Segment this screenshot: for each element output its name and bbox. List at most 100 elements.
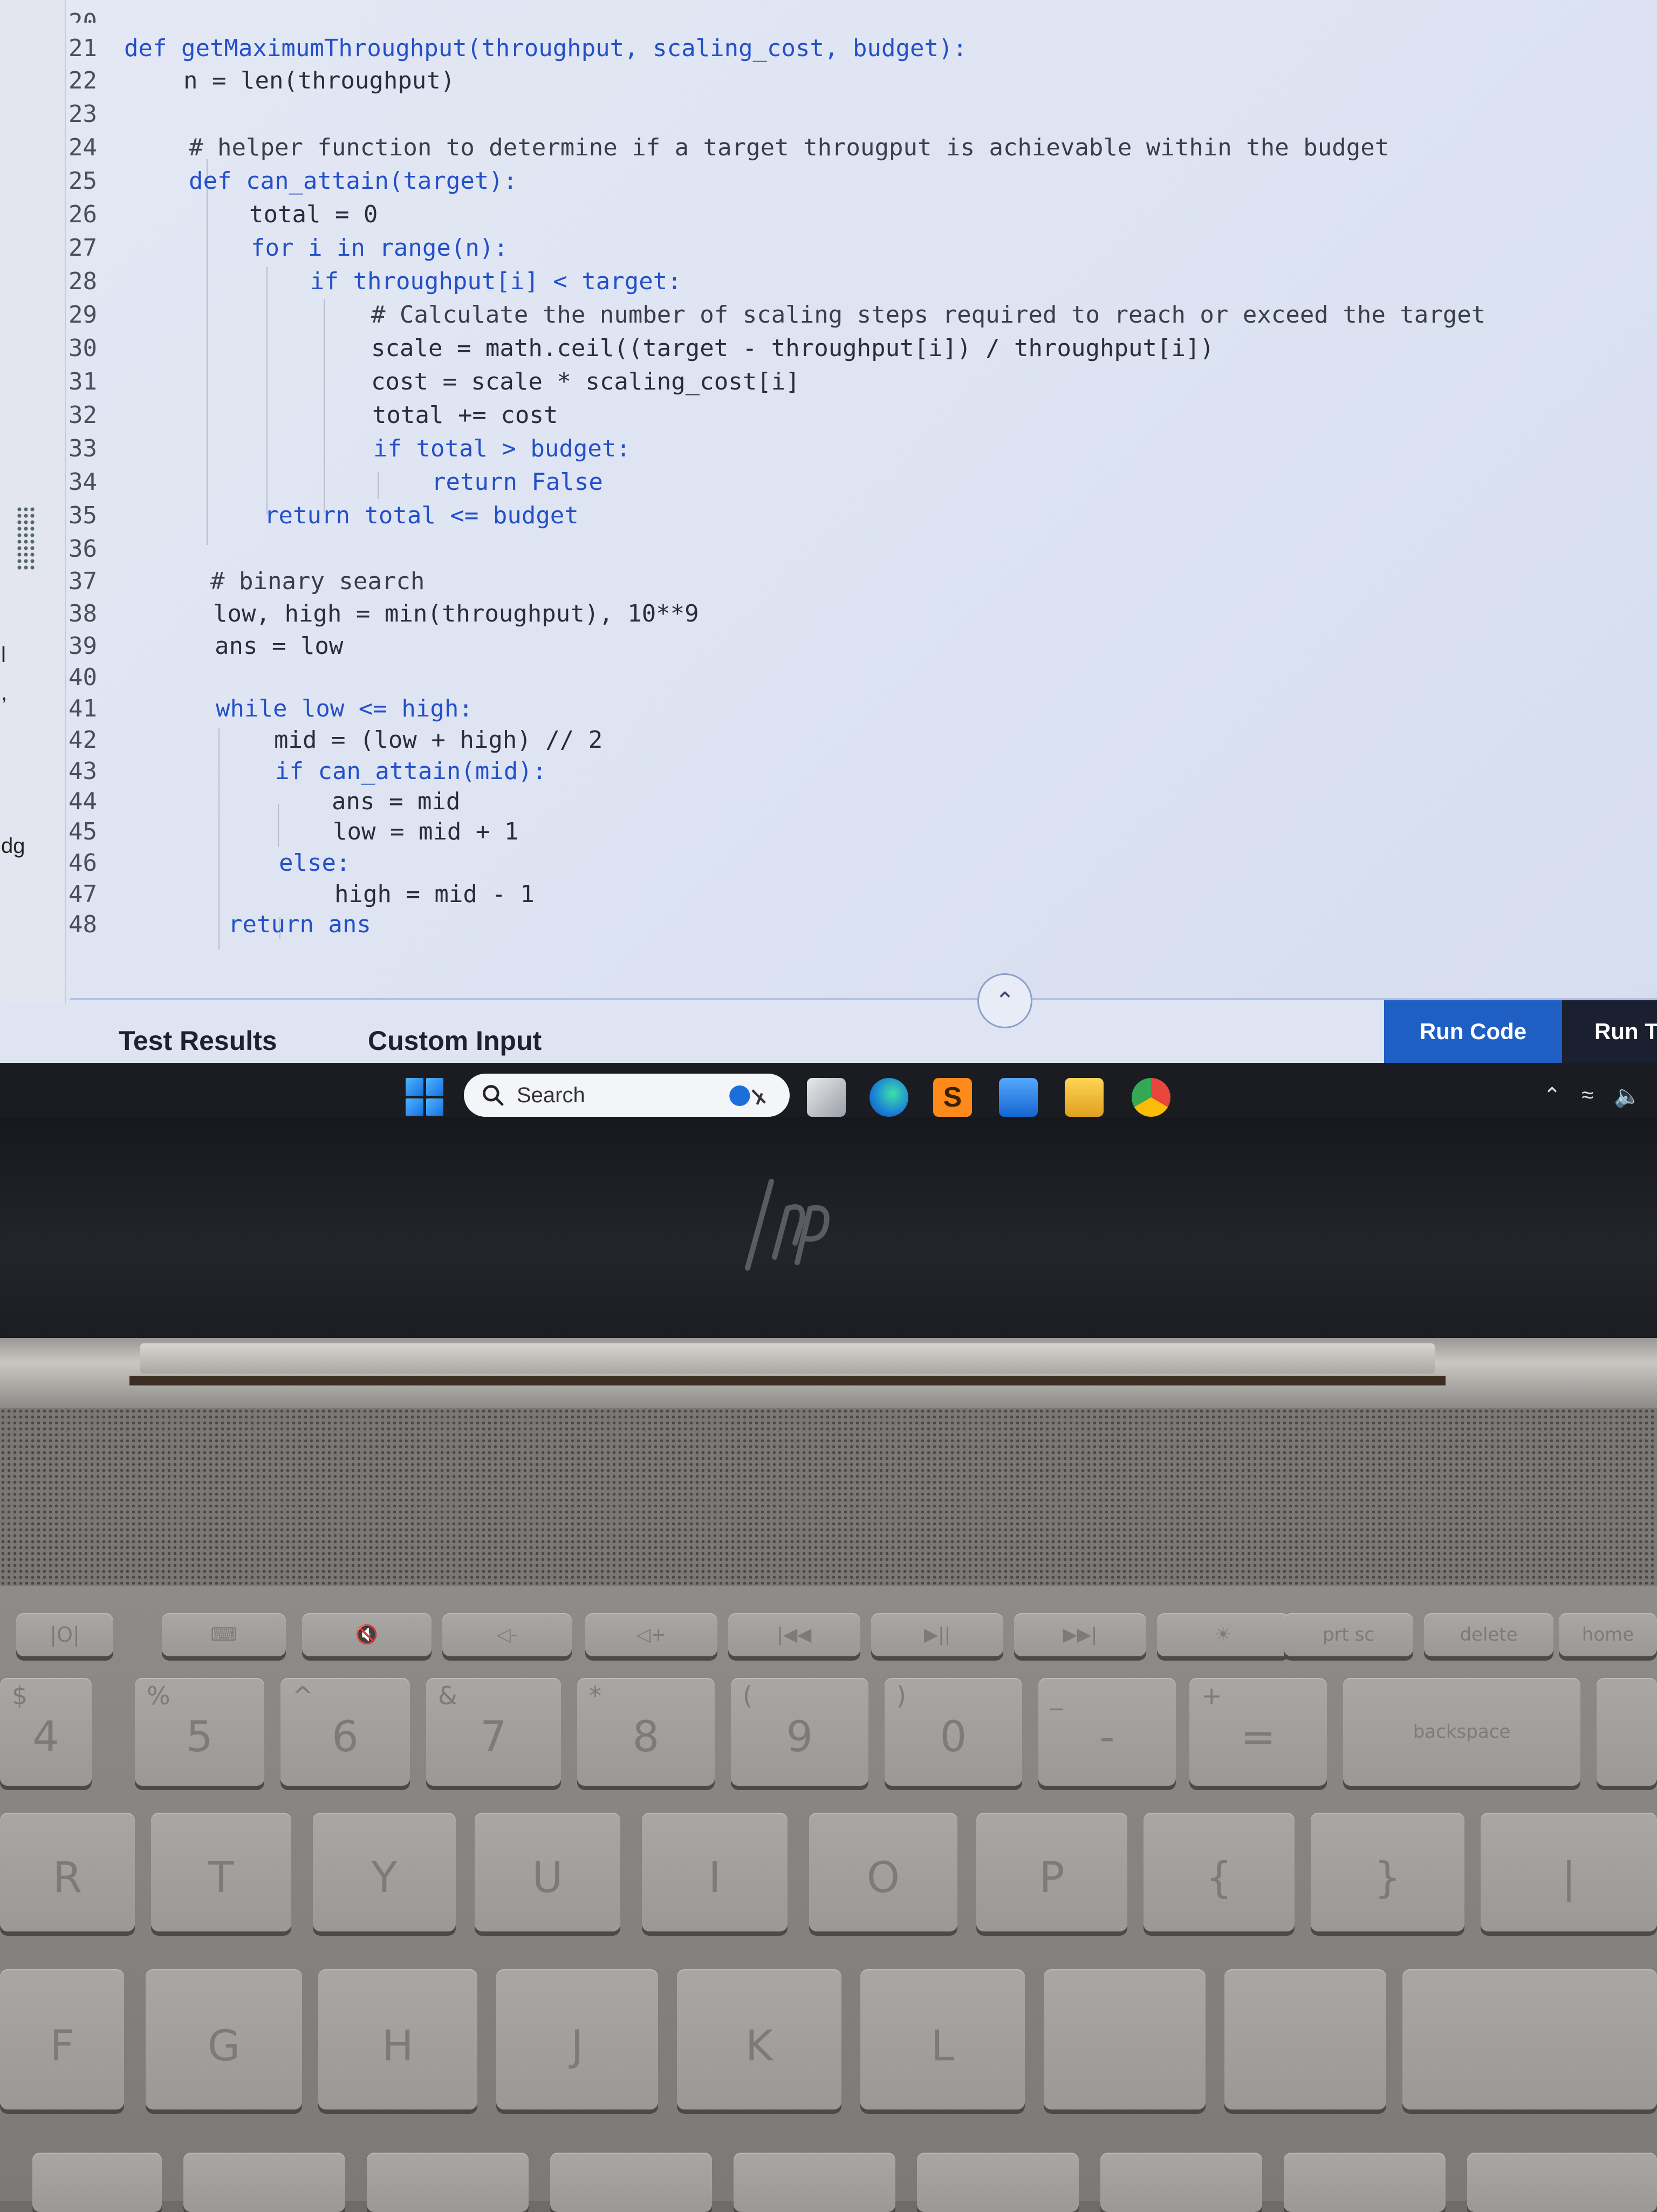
- code-text: def getMaximumThroughput(throughput, sca…: [124, 35, 967, 62]
- edge-icon[interactable]: [869, 1078, 908, 1117]
- code-text: total = 0: [249, 201, 378, 228]
- run-tests-button[interactable]: Run T: [1562, 1000, 1657, 1063]
- code-text: while low <= high:: [216, 695, 473, 722]
- key-backspace[interactable]: backspace: [1343, 1678, 1580, 1786]
- code-text: low, high = min(throughput), 10**9: [213, 600, 699, 627]
- code-line: 37 # binary search: [32, 565, 1597, 598]
- line-number: 29: [69, 301, 97, 329]
- key-f11[interactable]: ▶▶|: [1014, 1613, 1146, 1656]
- key-k[interactable]: K: [677, 1969, 841, 2109]
- key-y[interactable]: Y: [313, 1813, 456, 1931]
- key-u[interactable]: U: [475, 1813, 620, 1931]
- key-label: $: [12, 1681, 28, 1710]
- code-text: ans = low: [215, 632, 344, 660]
- code-line: 23: [32, 98, 1597, 131]
- key-bottom-row[interactable]: [550, 2153, 712, 2212]
- key-prt-sc[interactable]: prt sc: [1284, 1613, 1413, 1656]
- key-backslash[interactable]: |: [1481, 1813, 1657, 1931]
- code-line: 48 return ans: [32, 909, 1597, 941]
- key-home[interactable]: home: [1559, 1613, 1657, 1656]
- key-label: 4: [32, 1713, 59, 1762]
- key-l[interactable]: L: [860, 1969, 1025, 2109]
- key-bottom-row[interactable]: [734, 2153, 895, 2212]
- wifi-icon[interactable]: ≈: [1581, 1083, 1593, 1109]
- tab-custom-input[interactable]: Custom Input: [368, 1025, 542, 1056]
- key-equals[interactable]: + =: [1189, 1678, 1327, 1786]
- key-h[interactable]: H: [318, 1969, 477, 2109]
- task-view-icon[interactable]: [807, 1078, 846, 1117]
- key-semicolon[interactable]: [1044, 1969, 1206, 2109]
- key-t[interactable]: T: [151, 1813, 291, 1931]
- key-6[interactable]: ^ 6: [280, 1678, 410, 1786]
- taskbar-search[interactable]: Search: [464, 1074, 790, 1117]
- code-text: low = mid + 1: [333, 818, 519, 845]
- key-f5[interactable]: ⌨: [162, 1613, 286, 1656]
- chevron-up-icon[interactable]: ⌃: [977, 973, 1032, 1028]
- key-bottom-row[interactable]: [1100, 2153, 1262, 2212]
- line-number: 48: [69, 911, 97, 938]
- key-bottom-row[interactable]: [183, 2153, 345, 2212]
- windows-start-icon[interactable]: [406, 1078, 443, 1116]
- sublime-text-icon[interactable]: S: [933, 1078, 972, 1117]
- line-number: 31: [69, 368, 97, 395]
- code-text: def can_attain(target):: [189, 167, 518, 195]
- line-number: 24: [69, 134, 97, 161]
- code-text: ans = mid: [332, 788, 461, 815]
- key-f4[interactable]: |O|: [16, 1613, 113, 1656]
- key-bottom-row[interactable]: [1284, 2153, 1446, 2212]
- code-editor[interactable]: 20 21 def getMaximumThroughput(throughput…: [32, 9, 1597, 950]
- key-label: -: [1099, 1713, 1115, 1762]
- key-right-bracket[interactable]: }: [1311, 1813, 1464, 1931]
- key-f10[interactable]: ▶||: [871, 1613, 1003, 1656]
- key-label: T: [208, 1854, 234, 1902]
- key-r[interactable]: R: [0, 1813, 135, 1931]
- line-number: 38: [69, 600, 97, 627]
- key-g[interactable]: G: [146, 1969, 302, 2109]
- key-label: F: [50, 2022, 74, 2071]
- code-line: 42 mid = (low + high) // 2: [32, 724, 1597, 756]
- key-0[interactable]: ) 0: [885, 1678, 1022, 1786]
- key-bottom-row[interactable]: [367, 2153, 529, 2212]
- key-7[interactable]: & 7: [426, 1678, 561, 1786]
- key-f[interactable]: F: [0, 1969, 124, 2109]
- system-tray[interactable]: ⌃ ≈ 🔈: [1543, 1083, 1641, 1109]
- key-left-bracket[interactable]: {: [1144, 1813, 1295, 1931]
- key-f12[interactable]: ☀: [1157, 1613, 1289, 1656]
- code-text: if throughput[i] < target:: [310, 268, 682, 295]
- key-enter[interactable]: [1402, 1969, 1657, 2109]
- file-explorer-icon[interactable]: [1065, 1078, 1104, 1117]
- key-quote[interactable]: [1224, 1969, 1386, 2109]
- key-bottom-row[interactable]: [917, 2153, 1079, 2212]
- key-4[interactable]: $4: [0, 1678, 92, 1786]
- key-shift[interactable]: [1467, 2153, 1657, 2212]
- code-text: n = len(throughput): [183, 67, 455, 94]
- key-j[interactable]: J: [496, 1969, 658, 2109]
- mail-icon[interactable]: [999, 1078, 1038, 1117]
- tab-test-results[interactable]: Test Results: [119, 1025, 277, 1056]
- key-f7[interactable]: ◁-: [442, 1613, 572, 1656]
- key-partial[interactable]: [1597, 1678, 1657, 1786]
- run-code-button[interactable]: Run Code: [1384, 1000, 1562, 1063]
- key-label: 8: [632, 1713, 660, 1762]
- code-line: 40: [32, 661, 1597, 694]
- key-delete[interactable]: delete: [1424, 1613, 1553, 1656]
- code-text: cost = scale * scaling_cost[i]: [371, 368, 800, 395]
- key-minus[interactable]: _ -: [1038, 1678, 1176, 1786]
- key-f9[interactable]: |◀◀: [728, 1613, 860, 1656]
- key-9[interactable]: (9: [731, 1678, 868, 1786]
- key-5[interactable]: % 5: [135, 1678, 264, 1786]
- left-sidebar-partial: l , dg: [0, 0, 25, 1003]
- code-line: 27 for i in range(n):: [32, 232, 1597, 264]
- key-f8[interactable]: ◁+: [585, 1613, 717, 1656]
- key-i[interactable]: I: [642, 1813, 788, 1931]
- code-line: 29 # Calculate the number of scaling step…: [32, 299, 1597, 331]
- key-p[interactable]: P: [976, 1813, 1127, 1931]
- chrome-icon[interactable]: [1132, 1078, 1170, 1117]
- key-label: 0: [940, 1713, 967, 1762]
- volume-icon[interactable]: 🔈: [1614, 1083, 1641, 1109]
- key-f6[interactable]: 🔇: [302, 1613, 432, 1656]
- key-8[interactable]: * 8: [577, 1678, 715, 1786]
- key-o[interactable]: O: [809, 1813, 957, 1931]
- chevron-up-icon[interactable]: ⌃: [1543, 1083, 1562, 1109]
- key-bottom-row[interactable]: [32, 2153, 162, 2212]
